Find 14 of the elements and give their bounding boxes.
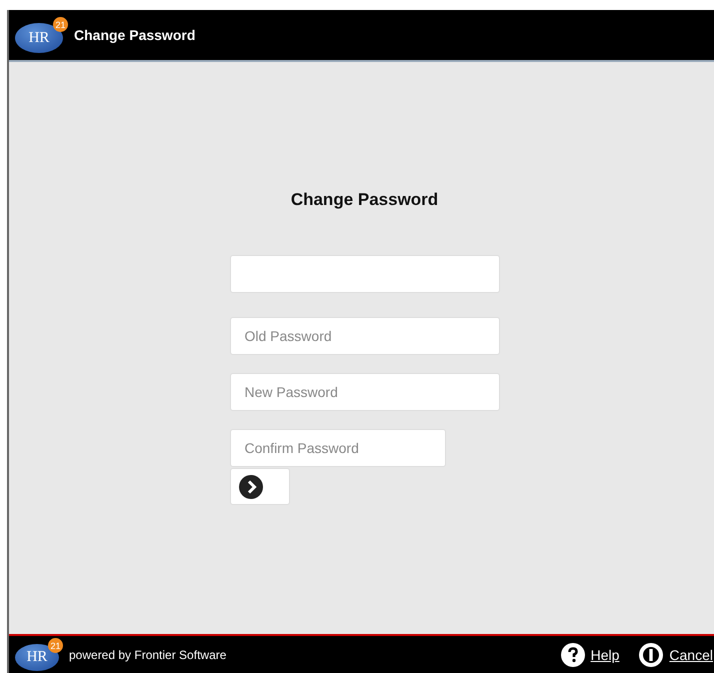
form-heading: Change Password [290, 190, 438, 210]
input-field[interactable]: Old Password [230, 317, 500, 355]
input-field[interactable]: New Password [230, 373, 500, 411]
logo: HR 21 [15, 638, 63, 671]
power-icon[interactable] [639, 642, 664, 666]
footer-link[interactable]: Help [590, 646, 620, 662]
submit-button[interactable] [230, 468, 290, 505]
footer-link[interactable]: Cancel [669, 646, 713, 662]
window-title: Change Password [74, 27, 196, 43]
help-icon[interactable] [560, 642, 585, 666]
input-field[interactable]: Confirm Password [230, 429, 446, 467]
input-field[interactable] [230, 255, 500, 293]
credit-text: powered by Frontier Software [69, 648, 226, 662]
logo: HR 21 [15, 17, 68, 53]
